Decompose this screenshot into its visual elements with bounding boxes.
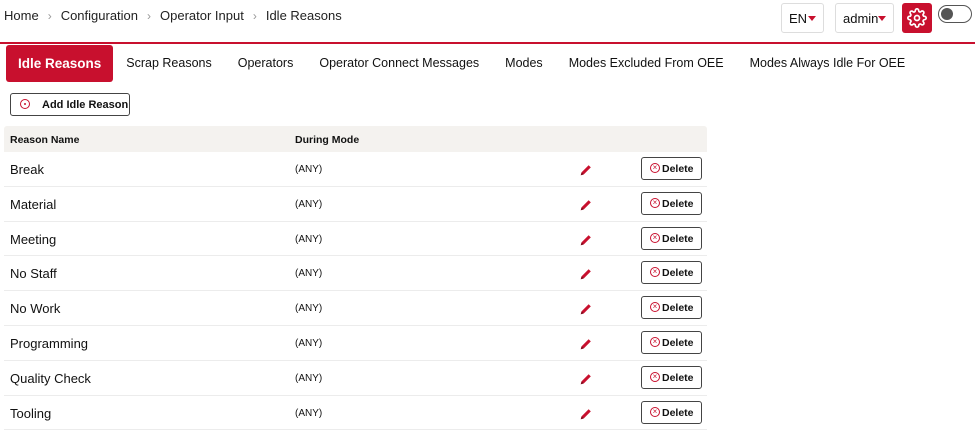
breadcrumb-operator-input[interactable]: Operator Input (160, 8, 244, 23)
breadcrumb-configuration[interactable]: Configuration (61, 8, 138, 23)
during-mode: (ANY) (295, 268, 323, 280)
delete-button[interactable]: × Delete (641, 191, 702, 215)
pencil-icon[interactable] (579, 407, 593, 421)
during-mode: (ANY) (295, 233, 323, 245)
reason-name: Meeting (10, 231, 57, 247)
delete-button[interactable]: × Delete (641, 157, 702, 180)
reason-name: Break (10, 162, 44, 177)
user-select[interactable]: admin (835, 3, 894, 33)
delete-label: Delete (662, 302, 694, 315)
chevron-right-icon: › (252, 8, 257, 23)
pencil-icon[interactable] (579, 372, 593, 386)
breadcrumb-home[interactable]: Home (4, 8, 39, 23)
user-value: admin (843, 10, 879, 26)
delete-label: Delete (662, 371, 694, 384)
pencil-icon[interactable] (579, 198, 593, 212)
column-header-reason-name: Reason Name (10, 134, 80, 146)
during-mode: (ANY) (295, 372, 323, 384)
tab-bar: Idle Reasons Scrap Reasons Operators Ope… (6, 44, 918, 82)
caret-down-icon (808, 16, 816, 21)
chevron-right-icon: › (147, 8, 152, 23)
caret-down-icon (878, 16, 886, 21)
tab-operator-connect-messages[interactable]: Operator Connect Messages (306, 44, 492, 82)
table-row: Meeting (ANY) × Delete (4, 222, 707, 257)
gear-icon (907, 8, 927, 28)
close-circle-icon: × (650, 267, 660, 278)
close-circle-icon: × (650, 197, 660, 208)
tab-modes-excluded-from-oee[interactable]: Modes Excluded From OEE (556, 44, 737, 82)
pencil-icon[interactable] (579, 267, 593, 281)
delete-button[interactable]: × Delete (641, 226, 702, 250)
during-mode: (ANY) (295, 164, 323, 175)
language-value: EN (789, 10, 808, 26)
close-circle-icon: × (650, 232, 660, 243)
delete-button[interactable]: × Delete (641, 296, 702, 320)
during-mode: (ANY) (295, 407, 323, 419)
table-row: Material (ANY) × Delete (4, 187, 707, 222)
tab-modes[interactable]: Modes (492, 44, 556, 82)
add-idle-reason-label: Add Idle Reason (42, 99, 129, 111)
table-row: Tooling (ANY) × Delete (4, 396, 707, 431)
toggle-knob (941, 7, 953, 20)
tab-operators[interactable]: Operators (225, 44, 307, 82)
mode-toggle[interactable] (938, 5, 972, 23)
reason-name: Quality Check (10, 370, 91, 386)
add-idle-reason-button[interactable]: Add Idle Reason (10, 93, 130, 116)
delete-label: Delete (662, 232, 694, 245)
tab-scrap-reasons[interactable]: Scrap Reasons (113, 44, 224, 82)
delete-button[interactable]: × Delete (641, 400, 702, 424)
idle-reasons-table: Reason Name During Mode Break (ANY) × Del… (4, 126, 707, 431)
pencil-icon[interactable] (579, 337, 593, 351)
table-row: Break (ANY) × Delete (4, 152, 707, 187)
table-row: No Work (ANY) × Delete (4, 291, 707, 326)
during-mode: (ANY) (295, 337, 323, 349)
reason-name: Material (10, 196, 57, 212)
chevron-right-icon: › (47, 8, 52, 23)
table-row: Quality Check (ANY) × Delete (4, 361, 707, 396)
close-circle-icon: × (650, 302, 660, 313)
column-header-during-mode: During Mode (295, 134, 360, 146)
during-mode: (ANY) (295, 198, 323, 210)
delete-label: Delete (662, 267, 694, 280)
table-header: Reason Name During Mode (4, 126, 707, 152)
close-circle-icon: × (650, 336, 660, 347)
reason-name: No Staff (10, 266, 57, 282)
pencil-icon[interactable] (579, 163, 593, 177)
reason-name: Tooling (10, 405, 52, 421)
table-row: Programming (ANY) × Delete (4, 326, 707, 361)
delete-label: Delete (662, 163, 694, 175)
top-bar: Home › Configuration › Operator Input › … (0, 0, 975, 44)
delete-button[interactable]: × Delete (641, 261, 702, 285)
breadcrumb: Home › Configuration › Operator Input › … (4, 8, 342, 23)
delete-label: Delete (662, 197, 694, 210)
pencil-icon[interactable] (579, 233, 593, 247)
pencil-icon[interactable] (579, 302, 593, 316)
delete-label: Delete (662, 406, 694, 419)
tab-modes-always-idle-for-oee[interactable]: Modes Always Idle For OEE (737, 44, 919, 82)
close-circle-icon: × (650, 371, 660, 382)
close-circle-icon: × (650, 406, 660, 417)
during-mode: (ANY) (295, 303, 323, 315)
delete-button[interactable]: × Delete (641, 365, 702, 389)
breadcrumb-idle-reasons: Idle Reasons (265, 8, 342, 23)
reason-name: Programming (10, 335, 89, 351)
language-select[interactable]: EN (781, 3, 824, 33)
settings-button[interactable] (902, 3, 932, 33)
add-circle-icon (20, 99, 30, 109)
tab-idle-reasons[interactable]: Idle Reasons (6, 44, 114, 82)
delete-button[interactable]: × Delete (641, 330, 702, 354)
delete-label: Delete (662, 336, 694, 349)
close-circle-icon: × (650, 163, 660, 173)
table-row: No Staff (ANY) × Delete (4, 256, 707, 292)
reason-name: No Work (10, 301, 61, 317)
